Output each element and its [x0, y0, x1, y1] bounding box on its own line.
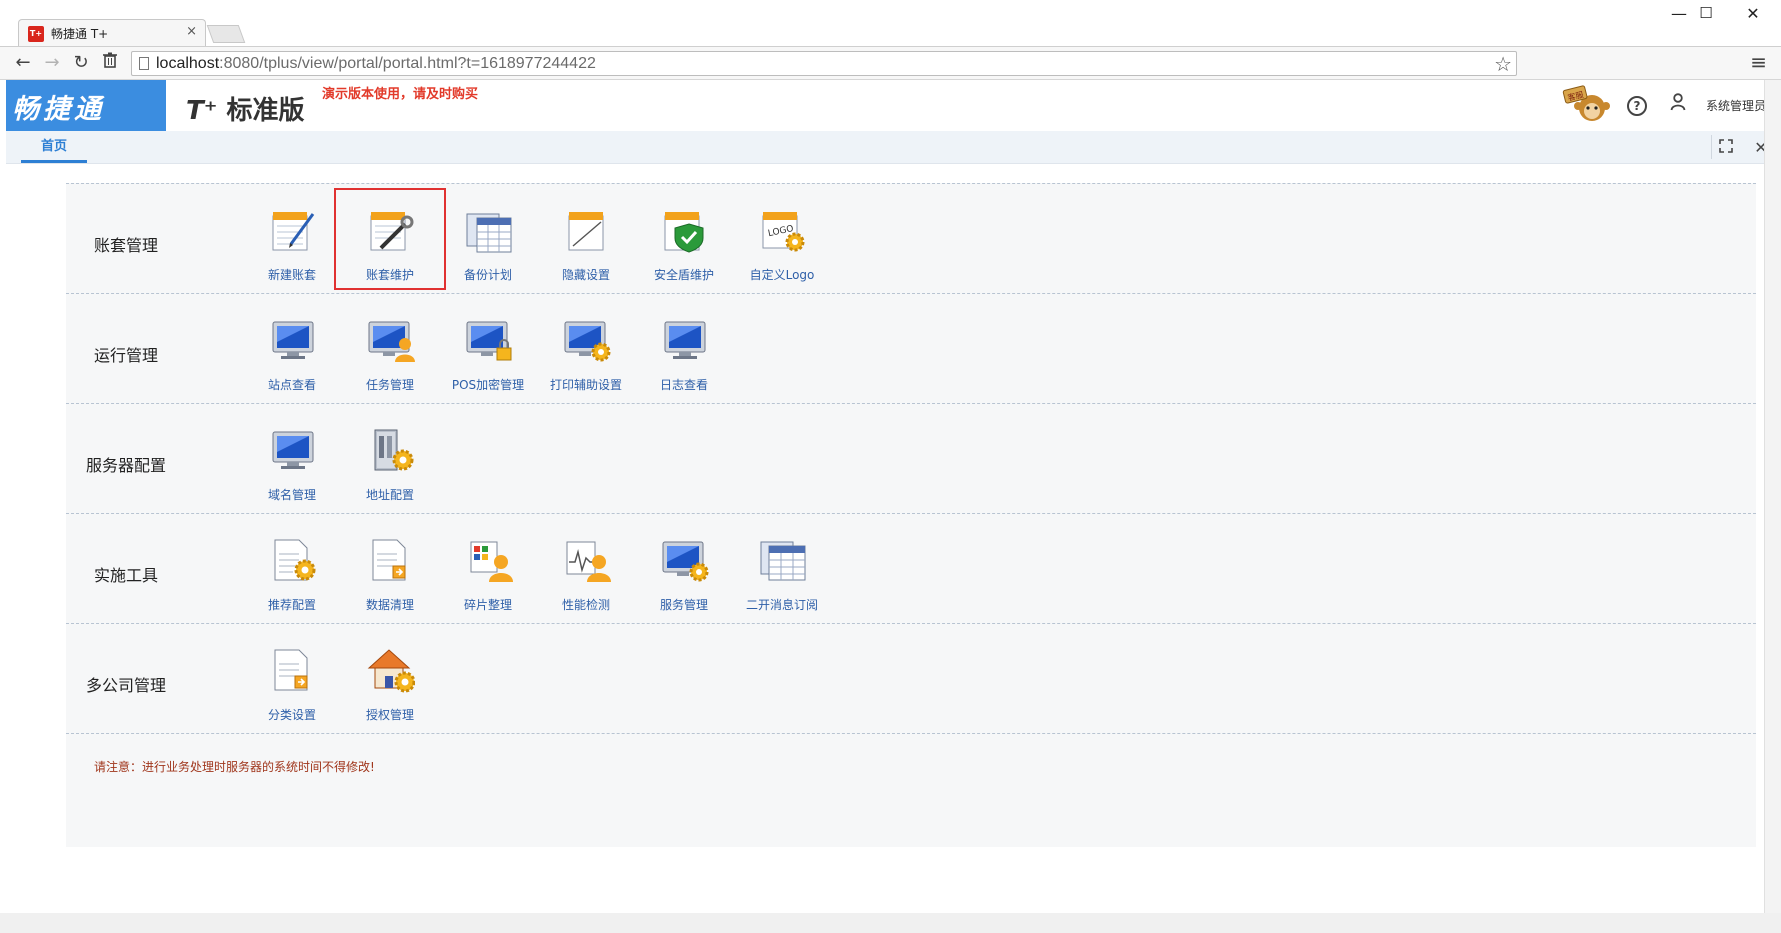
section-label: 运行管理 — [93, 346, 158, 365]
customer-service-icon[interactable]: 客服 — [1562, 84, 1612, 124]
hidden-setting-icon — [568, 212, 604, 251]
shield-check-icon — [664, 212, 704, 253]
hidden-setting-button[interactable]: 隐藏设置 — [532, 204, 640, 292]
category-setting-button[interactable]: 分类设置 — [238, 644, 346, 732]
custom-logo-button[interactable]: LOGO 自定义Logo — [728, 204, 836, 292]
section-runtime-management: 运行管理 站点查看 任务管理 POS加密管理 打印辅助设置 日志查看 — [66, 293, 1756, 404]
window-close-icon[interactable]: ✕ — [1738, 4, 1768, 23]
taskbar-strip — [0, 913, 1781, 933]
logo-gear-icon: LOGO — [762, 212, 805, 252]
brand-logo: 畅捷通 — [6, 80, 166, 131]
section-label: 多公司管理 — [85, 676, 166, 695]
monitor-gear-icon — [564, 321, 611, 362]
doc-gear-icon — [274, 539, 316, 581]
address-config-button[interactable]: 地址配置 — [336, 424, 444, 512]
section-label: 实施工具 — [93, 566, 158, 585]
task-management-button[interactable]: 任务管理 — [336, 314, 444, 402]
system-time-notice: 请注意：进行业务处理时服务器的系统时间不得修改! — [94, 760, 375, 774]
monitor-log-icon — [664, 321, 706, 359]
house-gear-icon — [367, 649, 415, 693]
security-shield-button[interactable]: 安全盾维护 — [630, 204, 738, 292]
monitor-domain-icon — [272, 431, 314, 469]
data-cleanup-button[interactable]: 数据清理 — [336, 534, 444, 622]
authorization-management-button[interactable]: 授权管理 — [336, 644, 444, 732]
pos-encryption-button[interactable]: POS加密管理 — [434, 314, 542, 402]
ledger-pen-icon — [272, 212, 315, 251]
tab-home[interactable]: 首页 — [21, 131, 87, 163]
browser-tab[interactable]: T+ 畅捷通 T+ × — [18, 19, 206, 46]
log-view-button[interactable]: 日志查看 — [630, 314, 738, 402]
page-tab-bar: 首页 ✕ — [6, 131, 1768, 164]
portal-content: 账套管理 新建账套 账套维护 备份计划 隐藏设置 安全盾维护 LOGO 自定义L… — [66, 183, 1756, 847]
message-subscribe-button[interactable]: 二开消息订阅 — [728, 534, 836, 622]
performance-test-button[interactable]: 性能检测 — [532, 534, 640, 622]
monitor-lock-icon — [466, 321, 512, 361]
section-divider — [66, 733, 1756, 734]
backup-plan-button[interactable]: 备份计划 — [434, 204, 542, 292]
product-name: T⁺ 标准版 — [186, 96, 305, 126]
tab-close-icon[interactable]: × — [186, 24, 197, 39]
section-label: 账套管理 — [93, 236, 158, 255]
server-gear-icon — [374, 429, 414, 471]
section-server-config: 服务器配置 域名管理 地址配置 — [66, 403, 1756, 514]
address-bar[interactable]: localhost:8080/tplus/view/portal/portal.… — [131, 51, 1517, 76]
user-icon[interactable] — [1667, 93, 1689, 115]
site-view-button[interactable]: 站点查看 — [238, 314, 346, 402]
new-tab-button[interactable] — [206, 25, 246, 43]
back-icon[interactable]: ← — [12, 52, 34, 74]
new-account-set-button[interactable]: 新建账套 — [238, 204, 346, 292]
tab-title: 畅捷通 T+ — [51, 27, 109, 41]
browser-toolbar: ← → ↻ localhost:8080/tplus/view/portal/p… — [0, 46, 1781, 80]
page-icon — [139, 57, 149, 70]
forward-icon[interactable]: → — [41, 52, 63, 74]
minimize-icon[interactable]: — — [1664, 4, 1694, 23]
fullscreen-icon[interactable] — [1715, 137, 1737, 159]
tplus-favicon-icon: T+ — [28, 26, 44, 42]
tabbar-divider — [1711, 135, 1712, 159]
performance-user-icon — [566, 541, 611, 582]
bookmark-star-icon[interactable]: ☆ — [1494, 52, 1512, 76]
trash-icon[interactable] — [99, 52, 121, 74]
defragment-button[interactable]: 碎片整理 — [434, 534, 542, 622]
browser-menu-icon[interactable]: ≡ — [1750, 50, 1767, 74]
doc-category-icon — [274, 649, 308, 691]
monitor-service-gear-icon — [662, 541, 709, 582]
domain-management-button[interactable]: 域名管理 — [238, 424, 346, 512]
vertical-scrollbar[interactable] — [1764, 80, 1781, 913]
section-implementation-tools: 实施工具 推荐配置 数据清理 碎片整理 性能检测 服务管理 二开消息订阅 — [66, 513, 1756, 624]
fragment-user-icon — [470, 541, 513, 582]
section-label: 服务器配置 — [85, 456, 166, 475]
url-text[interactable]: localhost:8080/tplus/view/portal/portal.… — [156, 55, 596, 73]
recommended-config-button[interactable]: 推荐配置 — [238, 534, 346, 622]
section-multi-company: 多公司管理 分类设置 授权管理 — [66, 623, 1756, 734]
print-assist-setting-button[interactable]: 打印辅助设置 — [532, 314, 640, 402]
help-icon[interactable]: ? — [1627, 96, 1647, 116]
maximize-icon[interactable]: ☐ — [1691, 4, 1721, 22]
backup-calendar-icon — [466, 213, 512, 253]
browser-tabstrip: T+ 畅捷通 T+ × — ☐ ✕ — [0, 0, 1781, 46]
current-user[interactable]: 系统管理员 — [1706, 97, 1766, 114]
monitor-user-icon — [368, 321, 415, 362]
reload-icon[interactable]: ↻ — [70, 52, 92, 74]
doc-clean-icon — [372, 539, 406, 581]
account-set-maintenance-button[interactable]: 账套维护 — [334, 188, 446, 290]
app-header: 畅捷通 T⁺ 标准版 演示版本使用，请及时购买 客服 ? 系统管理员 — [6, 80, 1766, 132]
demo-notice: 演示版本使用，请及时购买 — [322, 87, 479, 102]
section-account-management: 账套管理 新建账套 账套维护 备份计划 隐藏设置 安全盾维护 LOGO 自定义L… — [66, 183, 1756, 294]
service-management-button[interactable]: 服务管理 — [630, 534, 738, 622]
ledger-wrench-icon — [370, 212, 414, 251]
monitor-icon — [272, 321, 314, 359]
calendar-subscribe-icon — [760, 541, 806, 581]
